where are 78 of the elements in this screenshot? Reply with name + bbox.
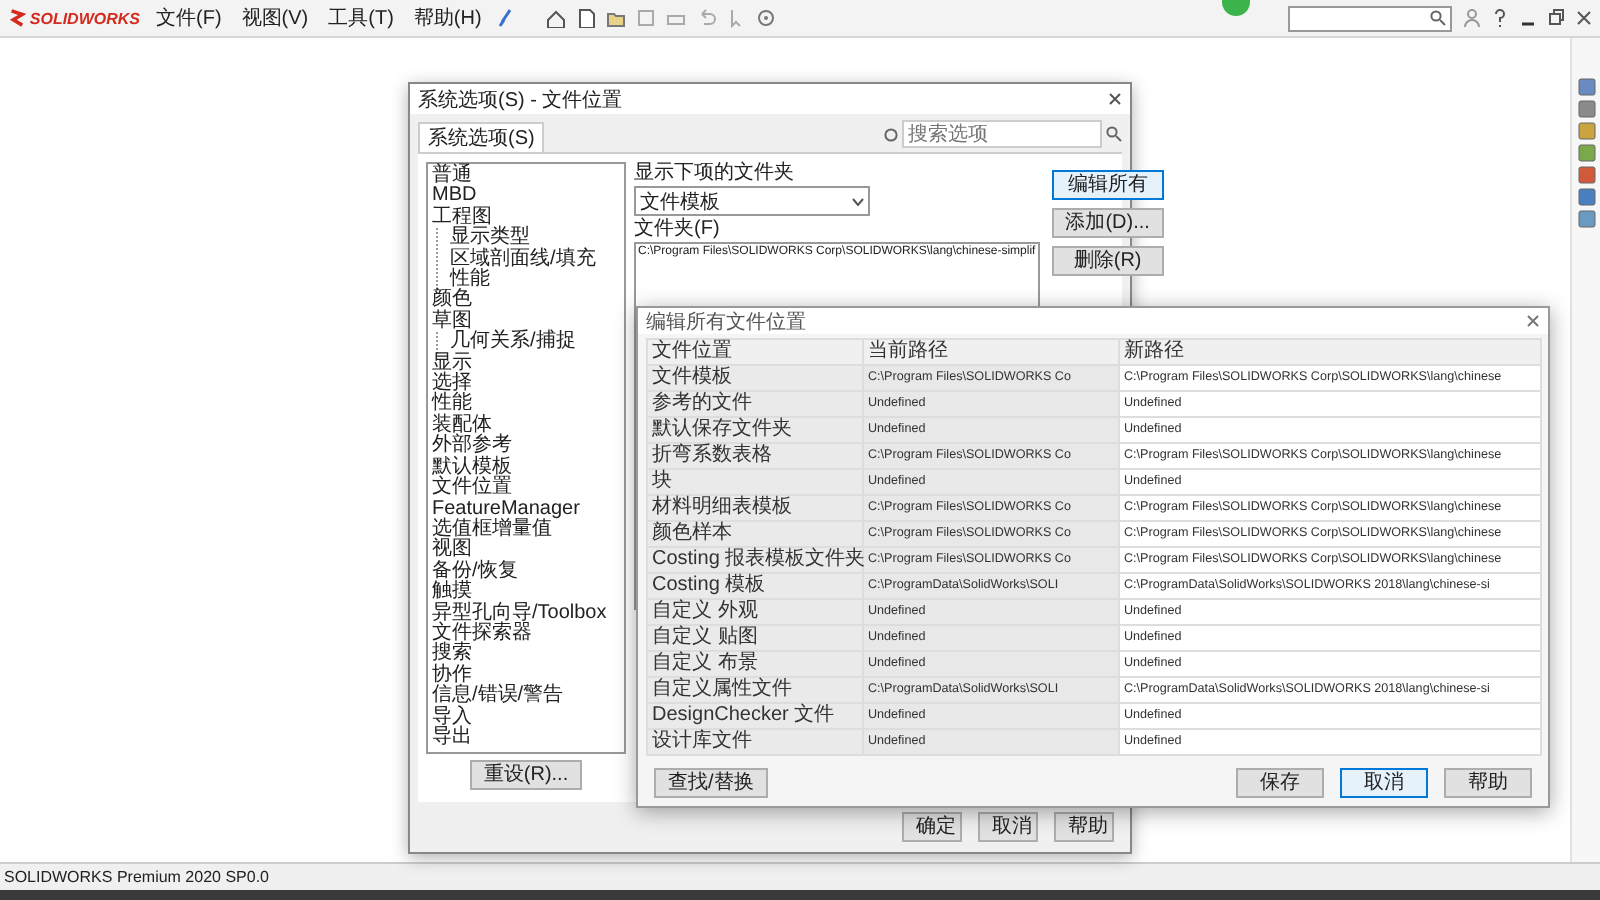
search-icon: [1106, 126, 1122, 142]
folder-icon[interactable]: [605, 8, 626, 28]
find-replace-button[interactable]: 查找/替换: [654, 768, 768, 798]
category-item[interactable]: 颜色: [432, 290, 620, 312]
dialog-button[interactable]: 取消: [978, 812, 1038, 842]
category-item[interactable]: 普通: [432, 166, 620, 187]
table-cell: 自定义 外观: [647, 599, 863, 625]
restore-icon[interactable]: [1548, 8, 1564, 28]
reset-button[interactable]: 重设(R)...: [469, 760, 583, 790]
home-icon[interactable]: [545, 8, 566, 28]
category-item[interactable]: 显示类型: [450, 228, 620, 250]
close-icon[interactable]: [1526, 314, 1540, 328]
dialog-button[interactable]: 确定: [902, 812, 962, 842]
menu-item[interactable]: 文件(F): [152, 4, 226, 32]
category-item[interactable]: 触摸: [432, 582, 620, 604]
table-cell: Costing 模板: [647, 573, 863, 599]
column-header[interactable]: 文件位置: [647, 339, 863, 365]
column-header[interactable]: 新路径: [1119, 339, 1541, 365]
close-icon[interactable]: [1108, 92, 1122, 106]
search-icon: [1430, 10, 1446, 26]
help-icon[interactable]: [1492, 8, 1508, 28]
table-cell: 材料明细表模板: [647, 495, 863, 521]
category-item[interactable]: 备份/恢复: [432, 561, 620, 583]
dropdown-value: 文件模板: [640, 189, 720, 215]
table-cell: 颜色样本: [647, 521, 863, 547]
table-cell: DesignChecker 文件: [647, 703, 863, 729]
menu-item[interactable]: 工具(T): [324, 4, 398, 32]
dropdown-label: 显示下项的文件夹: [634, 162, 796, 184]
table-cell: 默认保存文件夹: [647, 417, 863, 443]
category-item[interactable]: FeatureManager: [432, 499, 620, 520]
folders-label: 文件夹(F): [634, 218, 722, 240]
edit-all-button[interactable]: 编辑所有: [1051, 170, 1164, 200]
category-item[interactable]: 导入: [432, 707, 620, 728]
menu-item[interactable]: 帮助(H): [409, 4, 486, 32]
logo-text: SOLIDWORKS: [29, 9, 140, 27]
gear-icon: [884, 127, 898, 141]
category-item[interactable]: 信息/错误/警告: [432, 686, 620, 708]
category-item[interactable]: 异型孔向导/Toolbox: [432, 603, 620, 624]
close-icon[interactable]: [1576, 8, 1592, 28]
category-item[interactable]: 性能: [450, 270, 620, 291]
category-item[interactable]: 搜索: [432, 644, 620, 666]
table-cell: Costing 报表模板文件夹: [647, 547, 863, 573]
status-text: SOLIDWORKS Premium 2020 SP0.0: [4, 868, 269, 886]
folder-dropdown[interactable]: 文件模板: [634, 186, 870, 216]
table-cell: 设计库文件: [647, 729, 863, 755]
category-item[interactable]: 导出: [432, 727, 620, 749]
delete-button[interactable]: 删除(R): [1051, 246, 1164, 276]
dialog-button[interactable]: 取消: [1340, 768, 1428, 798]
category-item[interactable]: 性能: [432, 394, 620, 416]
dialog-button[interactable]: 帮助: [1444, 768, 1532, 798]
caret-icon: [852, 197, 864, 205]
table-cell: 自定义属性文件: [647, 677, 863, 703]
table-cell: 参考的文件: [647, 391, 863, 417]
table-cell: 自定义 布景: [647, 651, 863, 677]
category-item[interactable]: 外部参考: [432, 436, 620, 458]
dialog-button[interactable]: 帮助: [1054, 812, 1114, 842]
table-cell: 自定义 贴图: [647, 625, 863, 651]
logo-icon: [8, 6, 26, 30]
menu-item[interactable]: 视图(V): [237, 4, 313, 32]
new-document-icon[interactable]: [575, 8, 596, 28]
category-item[interactable]: 文件位置: [432, 478, 620, 499]
gear-icon[interactable]: [755, 8, 776, 28]
dialog-title: 系统选项(S) - 文件位置: [418, 87, 623, 113]
add-button[interactable]: 添加(D)...: [1051, 208, 1164, 238]
pin-icon[interactable]: [497, 8, 514, 28]
table-cell: 文件模板: [647, 365, 863, 391]
dialog-title: 编辑所有文件位置: [646, 309, 806, 335]
tab[interactable]: 系统选项(S): [418, 122, 545, 152]
table-cell: 块: [647, 469, 863, 495]
category-item[interactable]: 视图: [432, 540, 620, 562]
user-icon[interactable]: [1464, 8, 1480, 28]
dialog-button[interactable]: 保存: [1236, 768, 1324, 798]
search-field[interactable]: 搜索选项: [902, 120, 1102, 148]
table-cell: 折弯系数表格: [647, 443, 863, 469]
category-item[interactable]: 几何关系/捕捉: [450, 332, 620, 354]
category-item[interactable]: MBD: [432, 186, 620, 208]
column-header[interactable]: 当前路径: [863, 339, 1119, 365]
search-field[interactable]: [1288, 5, 1452, 31]
